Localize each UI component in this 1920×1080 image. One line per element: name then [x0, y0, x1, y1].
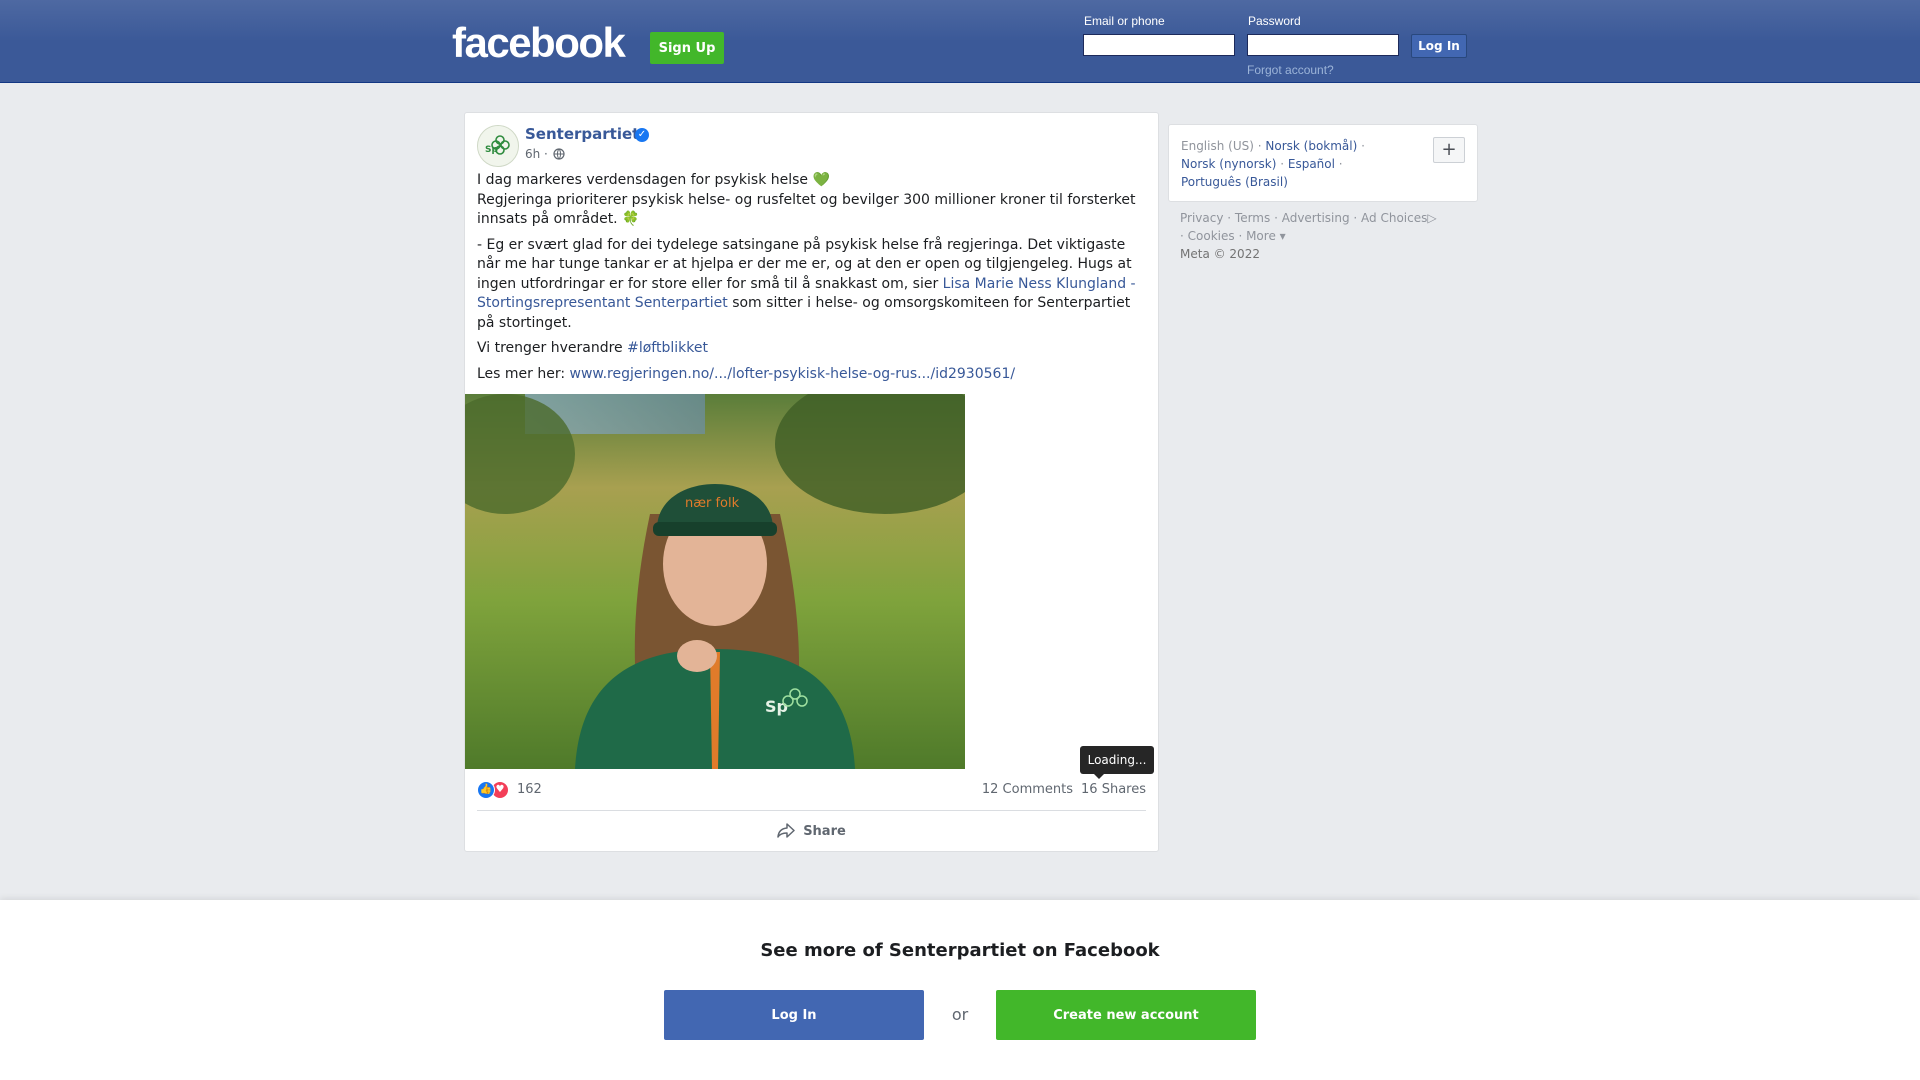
footer-privacy-link[interactable]: Privacy [1180, 211, 1223, 225]
copyright: Meta © 2022 [1180, 247, 1260, 261]
language-espanol[interactable]: Español [1288, 157, 1335, 171]
cap-text: nær folk [685, 496, 740, 511]
login-prompt-sheet: See more of Senterpartiet on Facebook Lo… [0, 900, 1920, 1080]
external-link[interactable]: www.regjeringen.no/.../lofter-psykisk-he… [570, 366, 1016, 382]
sign-up-button[interactable]: Sign Up [650, 32, 724, 64]
top-bar: facebook Sign Up Email or phone Password… [0, 0, 1920, 83]
comments-count-link[interactable]: 12 Comments [982, 782, 1073, 797]
jacket-logo-text: Sp [765, 697, 788, 716]
forgot-account-link[interactable]: Forgot account? [1247, 63, 1334, 77]
post-paragraph-4: Les mer her: www.regjeringen.no/.../loft… [477, 365, 1147, 385]
post-body: I dag markeres verdensdagen for psykisk … [477, 171, 1147, 390]
post-photo-image: nær folk Sp [465, 394, 965, 769]
share-arrow-icon [777, 823, 795, 838]
action-divider [477, 810, 1146, 811]
share-label: Share [803, 823, 846, 839]
post-line-2: Regjeringa prioriterer psykisk helse- og… [477, 191, 1136, 228]
bottom-log-in-button[interactable]: Log In [664, 990, 924, 1040]
hashtag-link[interactable]: #løftblikket [627, 340, 708, 356]
or-separator: or [951, 1005, 969, 1024]
log-in-button[interactable]: Log In [1411, 34, 1467, 58]
loading-tooltip: Loading... [1080, 746, 1154, 779]
facebook-logo[interactable]: facebook [452, 22, 626, 64]
footer-links: Privacy · Terms · Advertising · Ad Choic… [1180, 211, 1437, 261]
post-paragraph-2: - Eg er svært glad for dei tydelege sats… [477, 236, 1147, 334]
footer-more-link[interactable]: More [1246, 229, 1276, 243]
post-timestamp[interactable]: 6h · [525, 147, 548, 161]
language-portugues[interactable]: Português (Brasil) [1181, 175, 1288, 189]
footer-advertising-link[interactable]: Advertising [1282, 211, 1350, 225]
post-line-1: I dag markeres verdensdagen for psykisk … [477, 172, 830, 188]
verified-badge-icon: ✓ [635, 128, 649, 142]
language-norsk-nynorsk[interactable]: Norsk (nynorsk) [1181, 157, 1276, 171]
hashtag-intro: Vi trenger hverandre [477, 340, 628, 356]
footer-cookies-link[interactable]: Cookies [1188, 229, 1235, 243]
footer-terms-link[interactable]: Terms [1235, 211, 1270, 225]
post-photo[interactable]: nær folk Sp [465, 394, 965, 769]
avatar-text: Sp [485, 145, 498, 155]
language-norsk-bokmal[interactable]: Norsk (bokmål) [1265, 139, 1357, 153]
email-input[interactable] [1083, 34, 1235, 56]
password-label: Password [1248, 14, 1301, 28]
senterpartiet-logo-icon: Sp [478, 126, 518, 166]
reaction-count: 162 [517, 782, 542, 797]
share-button[interactable]: Share [477, 814, 1146, 848]
create-account-button[interactable]: Create new account [996, 990, 1256, 1040]
post-paragraph-1: I dag markeres verdensdagen for psykisk … [477, 171, 1147, 230]
like-reaction-icon: 👍 [477, 781, 495, 799]
language-list: English (US) · Norsk (bokmål) · Norsk (n… [1181, 139, 1365, 189]
post-paragraph-3: Vi trenger hverandre #løftblikket [477, 339, 1147, 359]
more-caret-icon: ▾ [1275, 229, 1286, 243]
globe-icon [553, 148, 565, 160]
page-avatar[interactable]: Sp [477, 125, 519, 167]
email-label: Email or phone [1084, 14, 1165, 28]
language-box: English (US) · Norsk (bokmål) · Norsk (n… [1168, 124, 1478, 202]
adchoices-icon: ▷ [1427, 211, 1437, 225]
read-more-intro: Les mer her: [477, 365, 570, 382]
more-languages-button[interactable]: + [1433, 137, 1465, 163]
language-current: English (US) [1181, 139, 1254, 153]
password-input[interactable] [1247, 34, 1399, 56]
post-card: Sp Senterpartiet ✓ 6h · I dag markeres v… [464, 112, 1159, 852]
page-name-link[interactable]: Senterpartiet [525, 125, 639, 143]
login-prompt-title: See more of Senterpartiet on Facebook [760, 940, 1160, 961]
shares-count-link[interactable]: 16 Shares [1081, 782, 1146, 797]
footer-adchoices-link[interactable]: Ad Choices [1361, 211, 1427, 225]
